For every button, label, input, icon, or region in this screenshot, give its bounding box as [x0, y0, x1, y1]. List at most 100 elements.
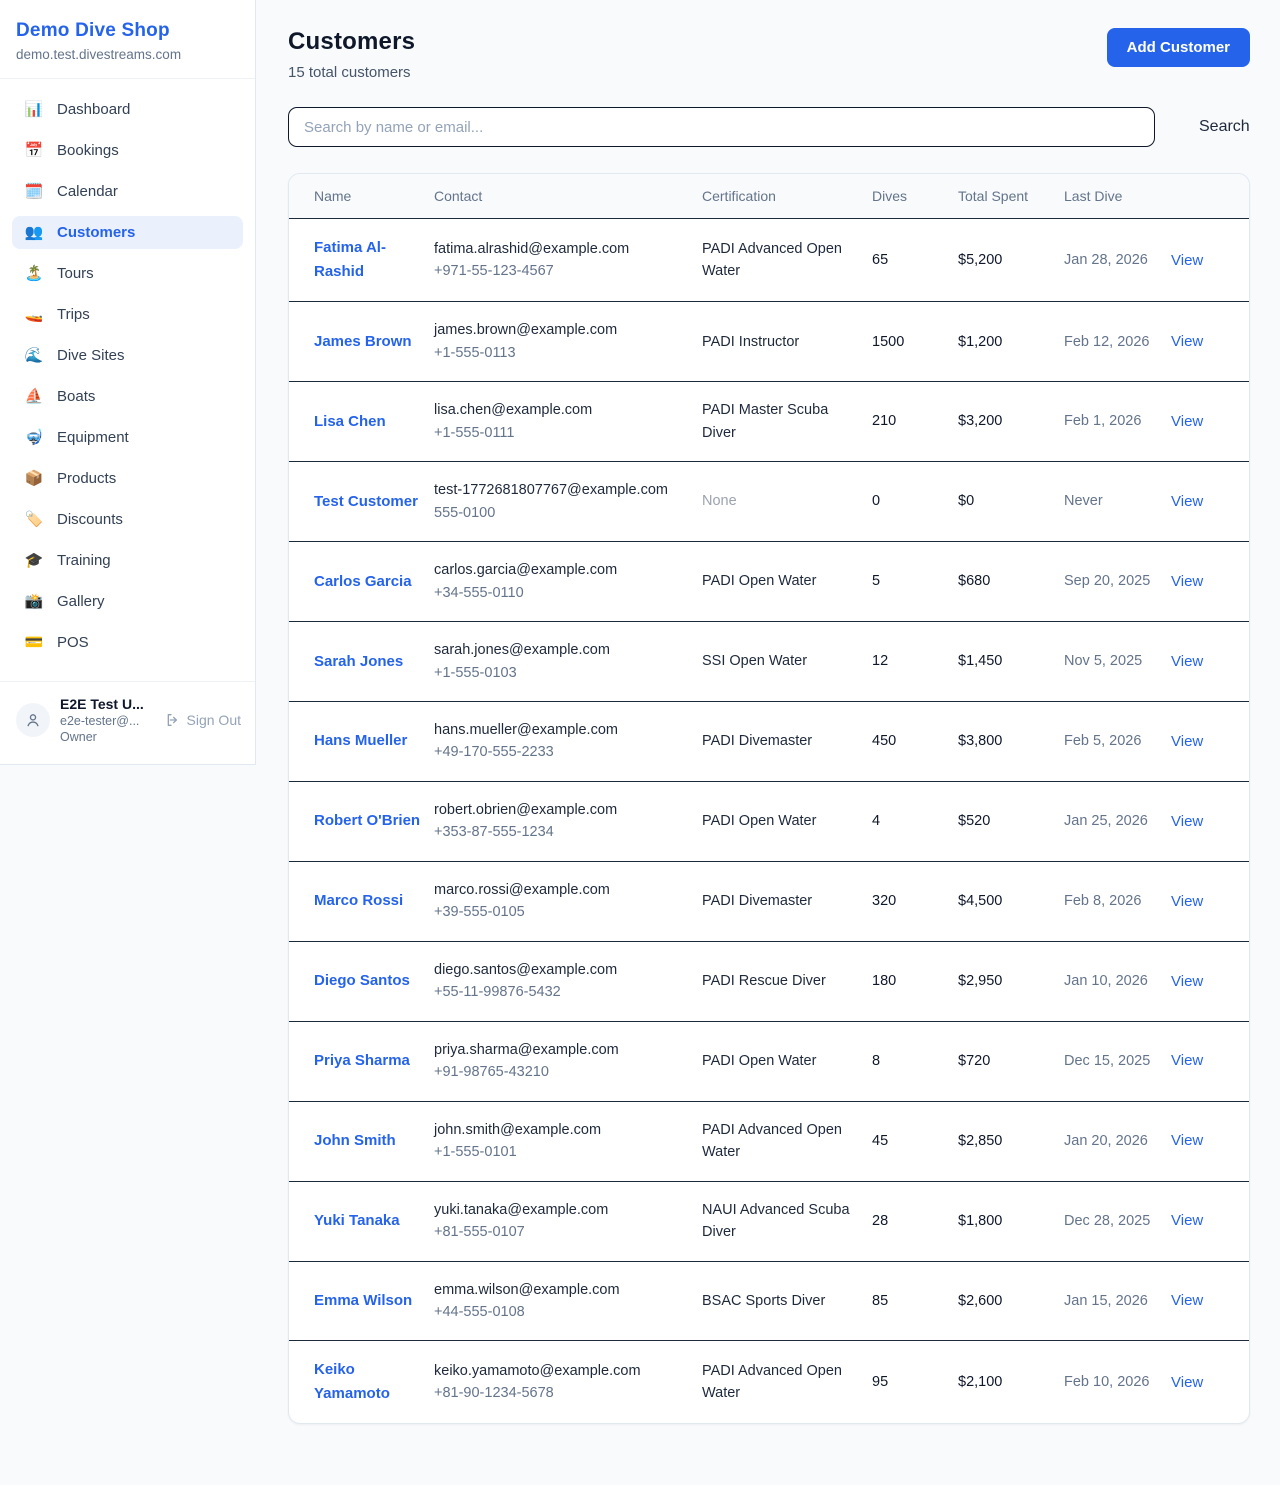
- customer-email: yuki.tanaka@example.com: [434, 1199, 692, 1221]
- view-link[interactable]: View: [1171, 1212, 1203, 1229]
- view-link[interactable]: View: [1171, 1132, 1203, 1149]
- view-link[interactable]: View: [1171, 1052, 1203, 1069]
- view-link[interactable]: View: [1171, 1292, 1203, 1309]
- customer-phone: +1-555-0111: [434, 422, 692, 444]
- sidebar-item-label: Equipment: [57, 429, 129, 446]
- table-row: Emma Wilson emma.wilson@example.com +44-…: [289, 1261, 1250, 1341]
- view-link[interactable]: View: [1171, 733, 1203, 750]
- sidebar-item-trips[interactable]: 🚤 Trips: [12, 298, 243, 331]
- bookings-icon: 📅: [24, 143, 44, 158]
- sidebar-item-label: Tours: [57, 265, 94, 282]
- customer-phone: +34-555-0110: [434, 582, 692, 604]
- sidebar-item-tours[interactable]: 🏝️ Tours: [12, 257, 243, 290]
- sidebar-item-label: Bookings: [57, 142, 119, 159]
- customer-name-link[interactable]: Fatima Al-Rashid: [314, 236, 424, 284]
- column-header-total-spent: Total Spent: [958, 174, 1064, 219]
- view-link[interactable]: View: [1171, 973, 1203, 990]
- table-row: John Smith john.smith@example.com +1-555…: [289, 1101, 1250, 1181]
- customer-name-link[interactable]: Hans Mueller: [314, 729, 407, 753]
- customer-name-link[interactable]: Yuki Tanaka: [314, 1209, 400, 1233]
- customer-name-link[interactable]: Carlos Garcia: [314, 570, 412, 594]
- sign-out-button[interactable]: Sign Out: [165, 712, 241, 728]
- table-row: Lisa Chen lisa.chen@example.com +1-555-0…: [289, 382, 1250, 462]
- sidebar-item-discounts[interactable]: 🏷️ Discounts: [12, 503, 243, 536]
- sidebar-item-bookings[interactable]: 📅 Bookings: [12, 134, 243, 167]
- column-header-name: Name: [289, 174, 434, 219]
- sidebar-item-label: Calendar: [57, 183, 118, 200]
- customer-dives: 4: [872, 781, 958, 861]
- table-header-row: NameContactCertificationDivesTotal Spent…: [289, 174, 1250, 219]
- customer-certification: PADI Advanced Open Water: [702, 219, 872, 302]
- customer-certification: PADI Advanced Open Water: [702, 1101, 872, 1181]
- page-title: Customers: [288, 28, 415, 56]
- customer-phone: +91-98765-43210: [434, 1061, 692, 1083]
- discounts-icon: 🏷️: [24, 512, 44, 527]
- customer-dives: 180: [872, 941, 958, 1021]
- sidebar-item-dive-sites[interactable]: 🌊 Dive Sites: [12, 339, 243, 372]
- sidebar-item-dashboard[interactable]: 📊 Dashboard: [12, 93, 243, 126]
- customer-name-link[interactable]: Keiko Yamamoto: [314, 1358, 424, 1406]
- view-link[interactable]: View: [1171, 333, 1203, 350]
- customer-phone: +81-555-0107: [434, 1221, 692, 1243]
- customer-certification: PADI Open Water: [702, 542, 872, 622]
- view-link[interactable]: View: [1171, 252, 1203, 269]
- customer-name-link[interactable]: Priya Sharma: [314, 1049, 410, 1073]
- table-row: Diego Santos diego.santos@example.com +5…: [289, 941, 1250, 1021]
- sidebar-item-label: Dashboard: [57, 101, 130, 118]
- customer-certification: PADI Master Scuba Diver: [702, 382, 872, 462]
- view-link[interactable]: View: [1171, 413, 1203, 430]
- customer-name-link[interactable]: John Smith: [314, 1129, 396, 1153]
- customer-last-dive: Feb 8, 2026: [1064, 861, 1171, 941]
- view-link[interactable]: View: [1171, 653, 1203, 670]
- customer-name-link[interactable]: Marco Rossi: [314, 889, 403, 913]
- customer-certification: PADI Advanced Open Water: [702, 1341, 872, 1424]
- sidebar-item-products[interactable]: 📦 Products: [12, 462, 243, 495]
- customer-name-link[interactable]: Robert O'Brien: [314, 809, 420, 833]
- sidebar-item-training[interactable]: 🎓 Training: [12, 544, 243, 577]
- view-link[interactable]: View: [1171, 493, 1203, 510]
- customer-total-spent: $680: [958, 542, 1064, 622]
- customer-name-link[interactable]: Sarah Jones: [314, 650, 403, 674]
- customer-dives: 85: [872, 1261, 958, 1341]
- customer-dives: 1500: [872, 302, 958, 382]
- customer-name-link[interactable]: Lisa Chen: [314, 410, 386, 434]
- customer-certification: None: [702, 462, 872, 542]
- customer-phone: +44-555-0108: [434, 1301, 692, 1323]
- sidebar-item-calendar[interactable]: 🗓️ Calendar: [12, 175, 243, 208]
- sidebar-item-boats[interactable]: ⛵ Boats: [12, 380, 243, 413]
- customer-name-link[interactable]: James Brown: [314, 330, 412, 354]
- customer-name-link[interactable]: Emma Wilson: [314, 1289, 412, 1313]
- search-input[interactable]: [288, 107, 1155, 147]
- sidebar-item-label: Training: [57, 552, 111, 569]
- sidebar-item-customers[interactable]: 👥 Customers: [12, 216, 243, 249]
- table-row: Priya Sharma priya.sharma@example.com +9…: [289, 1021, 1250, 1101]
- customer-last-dive: Feb 5, 2026: [1064, 701, 1171, 781]
- user-box: E2E Test U... e2e-tester@... Owner Sign …: [0, 681, 255, 758]
- view-link[interactable]: View: [1171, 573, 1203, 590]
- view-link[interactable]: View: [1171, 893, 1203, 910]
- shop-logo-block: Demo Dive Shop demo.test.divestreams.com: [0, 0, 255, 79]
- sidebar-item-pos[interactable]: 💳 POS: [12, 626, 243, 659]
- view-link[interactable]: View: [1171, 813, 1203, 830]
- customer-email: hans.mueller@example.com: [434, 719, 692, 741]
- customer-name-link[interactable]: Diego Santos: [314, 969, 410, 993]
- trips-icon: 🚤: [24, 307, 44, 322]
- customer-dives: 5: [872, 542, 958, 622]
- sidebar-item-label: Discounts: [57, 511, 123, 528]
- add-customer-button[interactable]: Add Customer: [1107, 28, 1250, 67]
- sidebar-item-equipment[interactable]: 🤿 Equipment: [12, 421, 243, 454]
- customer-dives: 8: [872, 1021, 958, 1101]
- sidebar-item-gallery[interactable]: 📸 Gallery: [12, 585, 243, 618]
- customer-total-spent: $1,200: [958, 302, 1064, 382]
- search-button[interactable]: Search: [1189, 110, 1260, 144]
- customer-name-link[interactable]: Test Customer: [314, 490, 418, 514]
- customer-phone: +353-87-555-1234: [434, 821, 692, 843]
- customer-email: robert.obrien@example.com: [434, 799, 692, 821]
- customer-total-spent: $2,850: [958, 1101, 1064, 1181]
- view-link[interactable]: View: [1171, 1374, 1203, 1391]
- column-header-dives: Dives: [872, 174, 958, 219]
- customer-dives: 0: [872, 462, 958, 542]
- table-row: Carlos Garcia carlos.garcia@example.com …: [289, 542, 1250, 622]
- customer-total-spent: $0: [958, 462, 1064, 542]
- calendar-icon: 🗓️: [24, 184, 44, 199]
